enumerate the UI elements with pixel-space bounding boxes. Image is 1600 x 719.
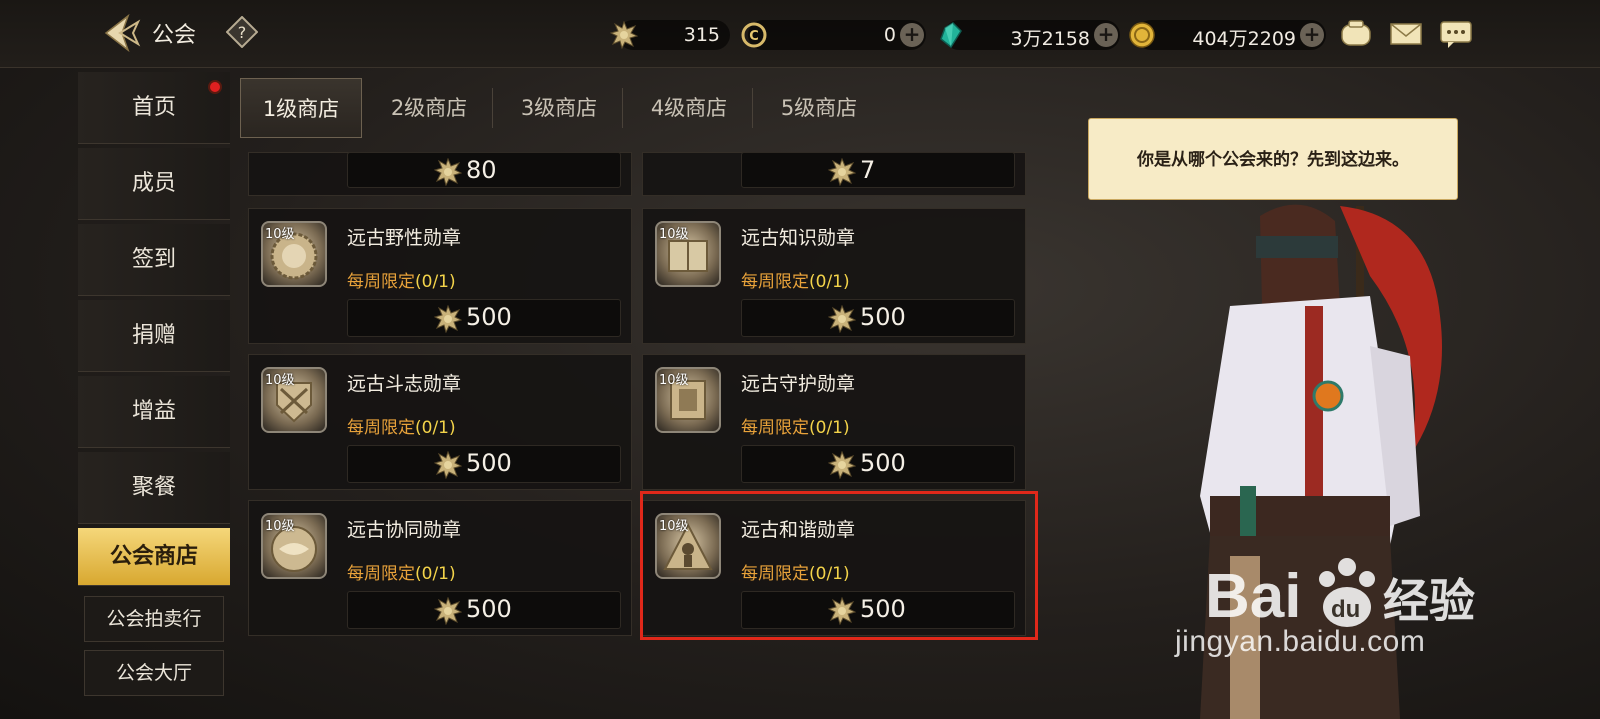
crystal-counter: 3万2158 + [940, 20, 1120, 50]
chat-icon[interactable] [1438, 17, 1474, 51]
page-title: 公会 [152, 23, 197, 48]
knowledge-medal-icon: 10级 [655, 221, 721, 287]
item-name: 远古知识勋章 [741, 227, 856, 249]
item-name: 远古协同勋章 [347, 519, 462, 541]
fighting-spirit-medal-icon: 10级 [261, 367, 327, 433]
crystal-icon [940, 22, 962, 49]
price-box: 80 [347, 152, 621, 188]
price-box: 500 [347, 299, 621, 337]
price-value: 500 [860, 449, 906, 477]
svg-text:C: C [749, 29, 759, 44]
tab-divider [752, 88, 753, 128]
shop-item-card[interactable]: 10级 远古斗志勋章 每周限定(0/1) 500 [248, 354, 632, 490]
mail-icon[interactable] [1388, 17, 1424, 51]
gold-coin-counter: 404万2209 + [1129, 20, 1326, 50]
tab-shop-level-2[interactable]: 2级商店 [368, 78, 490, 138]
weekly-limit: 每周限定(0/1) [741, 418, 850, 438]
guild-coin-icon [828, 158, 856, 186]
price-box: 500 [741, 445, 1015, 483]
c-token-add-button[interactable]: + [900, 23, 924, 47]
price-box: 7 [741, 152, 1015, 188]
svg-text:经验: 经验 [1383, 574, 1475, 628]
highlight-box [640, 491, 1038, 640]
shop-item-card[interactable]: 10级 远古协同勋章 每周限定(0/1) 500 [248, 500, 632, 636]
guild-coin-icon [434, 451, 462, 479]
item-name: 远古野性勋章 [347, 227, 462, 249]
guild-coin-icon [828, 451, 856, 479]
price-box: 500 [347, 445, 621, 483]
weekly-limit: 每周限定(0/1) [741, 272, 850, 292]
c-token-counter: C 0 + [741, 20, 926, 50]
tab-shop-level-3[interactable]: 3级商店 [498, 78, 620, 138]
sidebar-item-donate[interactable]: 捐赠 [78, 300, 230, 372]
watermark-url: jingyan.baidu.com [1175, 625, 1426, 658]
price-box: 500 [347, 591, 621, 629]
svg-text:?: ? [238, 23, 247, 42]
price-box: 500 [741, 299, 1015, 337]
guild-coin-icon [434, 158, 462, 186]
sidebar-item-members[interactable]: 成员 [78, 148, 230, 220]
guild-coin-icon [610, 21, 638, 49]
tab-shop-level-4[interactable]: 4级商店 [628, 78, 750, 138]
back-arrow-icon[interactable] [98, 12, 142, 54]
sidebar-item-home[interactable]: 首页 [78, 72, 230, 144]
cooperation-medal-icon: 10级 [261, 513, 327, 579]
tab-shop-level-1[interactable]: 1级商店 [240, 78, 362, 138]
guild-coin-counter: 315 [610, 20, 730, 50]
shop-item-card[interactable]: 10级 远古知识勋章 每周限定(0/1) 500 [642, 208, 1026, 344]
notification-dot [208, 80, 222, 94]
guild-coin-icon [434, 305, 462, 333]
weekly-limit: 每周限定(0/1) [347, 272, 456, 292]
tab-shop-level-5[interactable]: 5级商店 [758, 78, 880, 138]
guild-coin-icon [828, 305, 856, 333]
tab-divider [492, 88, 493, 128]
crystal-add-button[interactable]: + [1094, 23, 1118, 47]
shop-item-card-partial[interactable]: 7 [642, 152, 1026, 196]
shop-item-card-partial[interactable]: 80 [248, 152, 632, 196]
top-bar: 公会 ? 315 C 0 + 3万2158 + 404万2209 + [0, 0, 1600, 68]
item-name: 远古守护勋章 [741, 373, 856, 395]
weekly-limit: 每周限定(0/1) [347, 418, 456, 438]
price-value: 500 [860, 303, 906, 331]
shop-item-card[interactable]: 10级 远古守护勋章 每周限定(0/1) 500 [642, 354, 1026, 490]
svg-text:Bai: Bai [1205, 562, 1301, 631]
price-value: 80 [466, 156, 497, 184]
help-icon[interactable]: ? [226, 16, 258, 48]
shop-item-card[interactable]: 10级 远古野性勋章 每周限定(0/1) 500 [248, 208, 632, 344]
storage-box-icon[interactable] [1338, 17, 1374, 51]
c-token-icon: C [741, 22, 767, 48]
weekly-limit: 每周限定(0/1) [347, 564, 456, 584]
gold-add-button[interactable]: + [1300, 23, 1324, 47]
sidebar-item-buff[interactable]: 增益 [78, 376, 230, 448]
sidebar-item-guild-shop[interactable]: 公会商店 [78, 528, 230, 586]
guild-coin-icon [434, 597, 462, 625]
sidebar-item-auction[interactable]: 公会拍卖行 [84, 596, 224, 642]
svg-text:du: du [1331, 596, 1360, 623]
item-name: 远古斗志勋章 [347, 373, 462, 395]
price-value: 500 [466, 449, 512, 477]
sidebar-item-checkin[interactable]: 签到 [78, 224, 230, 296]
gold-coin-icon [1129, 22, 1155, 48]
price-value: 7 [860, 156, 876, 184]
tab-divider [622, 88, 623, 128]
sidebar-item-feast[interactable]: 聚餐 [78, 452, 230, 524]
price-value: 500 [466, 303, 512, 331]
guardian-medal-icon: 10级 [655, 367, 721, 433]
price-value: 500 [466, 595, 512, 623]
npc-dialog-bubble: 你是从哪个公会来的？先到这边来。 [1088, 118, 1458, 200]
sidebar-item-hall[interactable]: 公会大厅 [84, 650, 224, 696]
wild-medal-icon: 10级 [261, 221, 327, 287]
